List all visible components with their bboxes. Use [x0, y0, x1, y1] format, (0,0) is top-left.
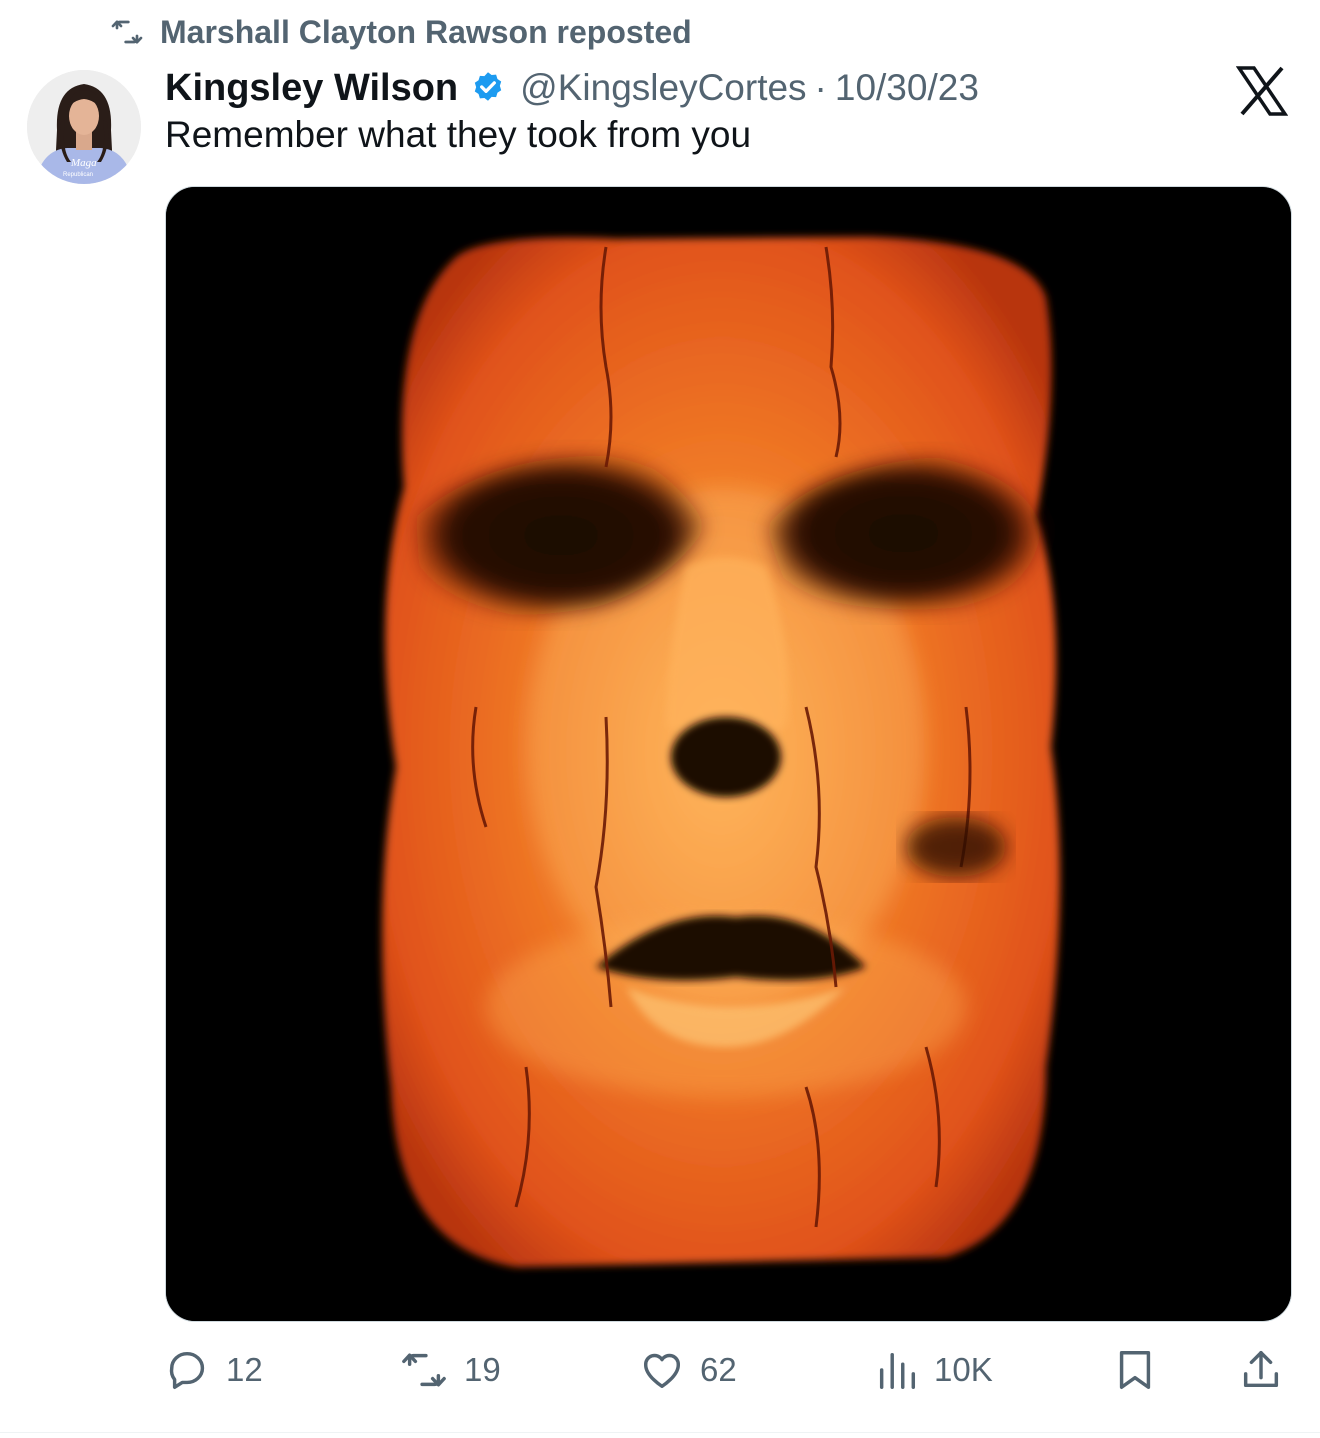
- share-button[interactable]: [1238, 1340, 1284, 1400]
- tweet-date[interactable]: 10/30/23: [835, 67, 979, 109]
- avatar-shirt-text: Maga: [70, 157, 97, 169]
- divider: [0, 1432, 1320, 1433]
- author-handle[interactable]: @KingsleyCortes: [520, 67, 806, 109]
- reply-count: 12: [226, 1351, 263, 1388]
- tweet-header: Kingsley Wilson @KingsleyCortes · 10/30/…: [165, 62, 979, 114]
- bookmark-icon: [1112, 1345, 1158, 1395]
- avatar-shirt-subtext: Republican: [63, 172, 93, 178]
- views-button[interactable]: 10K: [874, 1340, 993, 1400]
- repost-icon: [108, 16, 146, 48]
- tweet-media-image[interactable]: [165, 186, 1292, 1322]
- repost-count: 19: [464, 1351, 501, 1388]
- like-count: 62: [700, 1351, 737, 1388]
- repost-label: Marshall Clayton Rawson reposted: [160, 13, 692, 50]
- bookmark-button[interactable]: [1112, 1340, 1158, 1400]
- tweet-action-bar: 12 19 62 10K: [0, 1340, 1320, 1400]
- verified-badge-icon: [470, 70, 506, 106]
- heart-icon: [638, 1347, 686, 1393]
- share-icon: [1238, 1345, 1284, 1395]
- repost-button[interactable]: 19: [398, 1340, 501, 1400]
- tweet-text: Remember what they took from you: [165, 114, 752, 155]
- avatar[interactable]: Maga Republican: [27, 70, 141, 184]
- repost-context[interactable]: Marshall Clayton Rawson reposted: [108, 10, 692, 54]
- x-logo-icon: [1235, 66, 1289, 116]
- reply-icon: [166, 1347, 212, 1393]
- analytics-icon: [874, 1347, 920, 1393]
- separator-dot: ·: [814, 67, 827, 108]
- reply-button[interactable]: 12: [166, 1340, 263, 1400]
- author-display-name[interactable]: Kingsley Wilson: [165, 67, 458, 110]
- views-count: 10K: [934, 1351, 993, 1388]
- repost-action-icon: [398, 1347, 450, 1393]
- like-button[interactable]: 62: [638, 1340, 737, 1400]
